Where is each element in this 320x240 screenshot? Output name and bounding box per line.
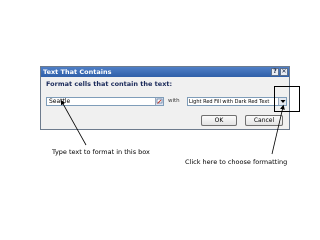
annotation-arrows [60,99,285,155]
arrow-to-input [60,99,87,146]
arrow-to-dropdown [271,104,285,155]
annotation-choose-formatting: Click here to choose formatting [185,158,288,166]
annotation-type-text: Type text to format in this box [52,148,150,156]
screenshot-canvas: Text That Contains ? ✕ Format cells that… [0,0,320,240]
